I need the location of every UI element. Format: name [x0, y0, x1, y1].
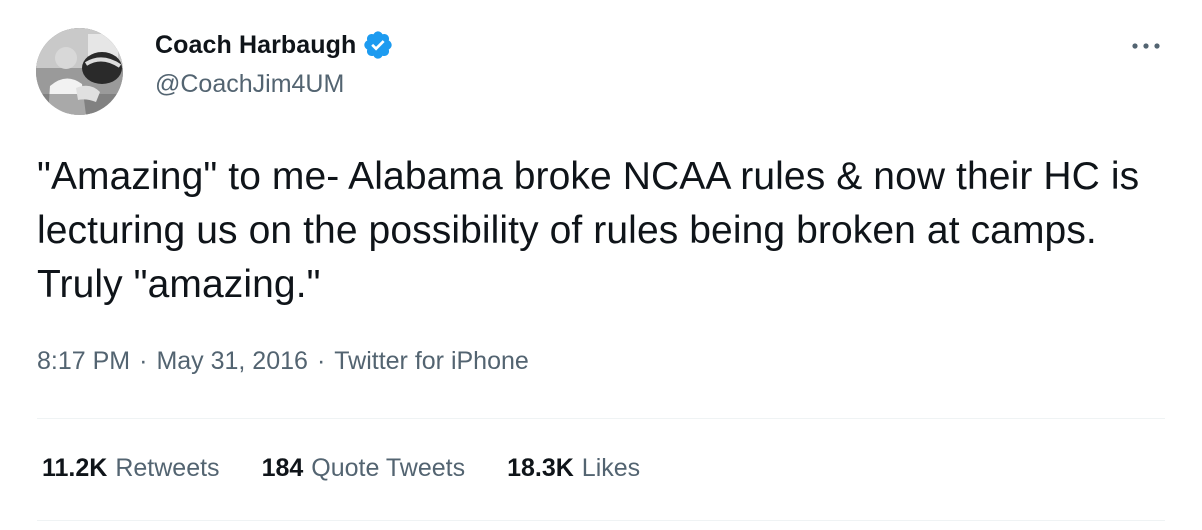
likes-stat[interactable]: 18.3K Likes — [507, 454, 640, 483]
meta-separator: · — [316, 347, 326, 375]
quote-tweets-stat[interactable]: 184 Quote Tweets — [262, 454, 466, 483]
tweet-time[interactable]: 8:17 PM — [37, 347, 130, 376]
author-name-row: Coach Harbaugh — [155, 28, 394, 62]
tweet-date[interactable]: May 31, 2016 — [156, 347, 308, 376]
tweet-text: "Amazing" to me- Alabama broke NCAA rule… — [37, 155, 1140, 306]
profile-avatar[interactable] — [36, 28, 123, 115]
likes-label: Likes — [581, 454, 641, 482]
quote-tweets-label: Quote Tweets — [311, 454, 466, 482]
meta-separator: · — [139, 347, 148, 375]
tweet-meta: 8:17 PM · May 31, 2016 · Twitter for iPh… — [37, 347, 529, 376]
divider — [37, 418, 1165, 419]
retweets-label: Retweets — [115, 454, 220, 482]
tweet-stats: 11.2K Retweets 184 Quote Tweets 18.3K Li… — [42, 454, 682, 483]
author-handle[interactable]: @CoachJim4UM — [155, 70, 344, 99]
divider — [37, 520, 1165, 521]
verified-badge-icon — [362, 29, 394, 61]
likes-count: 18.3K — [507, 454, 574, 482]
quote-tweets-count: 184 — [261, 454, 304, 482]
more-options-icon[interactable] — [1128, 36, 1164, 56]
tweet-source[interactable]: Twitter for iPhone — [334, 347, 529, 376]
avatar-photo — [36, 28, 123, 115]
retweets-stat[interactable]: 11.2K Retweets — [42, 454, 220, 483]
retweets-count: 11.2K — [42, 454, 108, 482]
tweet-card: Coach Harbaugh @CoachJim4UM "Amazing" to… — [0, 0, 1202, 530]
author-display-name[interactable]: Coach Harbaugh — [155, 31, 356, 60]
